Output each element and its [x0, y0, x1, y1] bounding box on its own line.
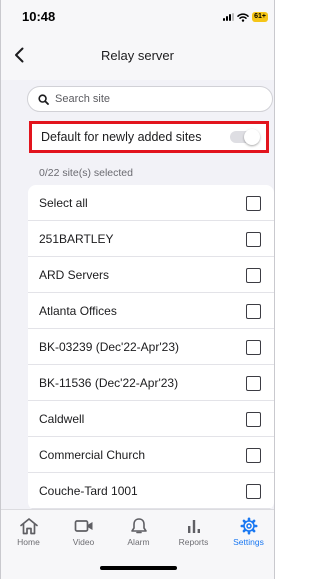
tab-label: Video	[72, 537, 95, 547]
bell-icon	[130, 518, 147, 534]
tab-video[interactable]: Video	[56, 510, 111, 558]
tab-label: Alarm	[127, 537, 150, 547]
tab-reports[interactable]: Reports	[166, 510, 221, 558]
tab-home[interactable]: Home	[1, 510, 56, 558]
list-item-label: Couche-Tard 1001	[39, 483, 138, 498]
tab-label: Settings	[233, 537, 264, 547]
signal-icon	[223, 13, 235, 21]
gear-icon	[240, 517, 257, 535]
checkbox[interactable]	[246, 376, 261, 391]
list-item-label: 251BARTLEY	[39, 231, 114, 246]
checkbox[interactable]	[246, 232, 261, 247]
home-icon	[19, 518, 38, 535]
search-placeholder: Search site	[55, 93, 111, 105]
checkbox[interactable]	[246, 484, 261, 499]
nav-bar: Relay server	[1, 34, 274, 80]
site-list: Select all 251BARTLEY ARD Servers Atlant…	[28, 185, 274, 510]
list-item-label: BK-11536 (Dec'22-Apr'23)	[39, 375, 179, 390]
search-input[interactable]: Search site	[27, 86, 273, 112]
select-all-row[interactable]: Select all	[28, 185, 274, 221]
list-item[interactable]: 251BARTLEY	[28, 221, 274, 257]
default-new-sites-label: Default for newly added sites	[41, 130, 202, 144]
wifi-icon	[237, 12, 249, 22]
list-item[interactable]: BK-11536 (Dec'22-Apr'23)	[28, 365, 274, 401]
bar-chart-icon	[187, 520, 200, 533]
checkbox[interactable]	[246, 196, 261, 211]
checkbox[interactable]	[246, 340, 261, 355]
selected-count: 0/22 site(s) selected	[39, 167, 133, 179]
video-camera-icon	[74, 520, 92, 532]
default-new-sites-row: Default for newly added sites	[29, 121, 269, 153]
tab-label: Home	[17, 537, 40, 547]
list-item-label: Select all	[39, 195, 88, 210]
battery-icon: 61+	[252, 12, 268, 22]
checkbox[interactable]	[246, 412, 261, 427]
list-item[interactable]: Commercial Church	[28, 437, 274, 473]
checkbox[interactable]	[246, 268, 261, 283]
tab-label: Reports	[178, 537, 209, 547]
list-item[interactable]: Caldwell	[28, 401, 274, 437]
status-time: 10:48	[22, 9, 56, 24]
list-item-label: ARD Servers	[39, 267, 110, 282]
tab-settings[interactable]: Settings	[221, 510, 274, 558]
toggle-knob	[244, 129, 260, 145]
list-item[interactable]: ARD Servers	[28, 257, 274, 293]
list-item-label: Commercial Church	[39, 447, 146, 462]
list-item-label: Atlanta Offices	[39, 303, 117, 318]
phone-screen: 10:48 61+ Relay server Search site Defau…	[0, 0, 275, 579]
list-item-label: Caldwell	[39, 411, 85, 426]
home-indicator	[100, 566, 177, 570]
checkbox[interactable]	[246, 448, 261, 463]
status-bar: 10:48 61+	[1, 0, 274, 34]
default-new-sites-toggle[interactable]	[230, 129, 260, 145]
list-item[interactable]: BK-03239 (Dec'22-Apr'23)	[28, 329, 274, 365]
tab-alarm[interactable]: Alarm	[111, 510, 166, 558]
list-item-label: BK-03239 (Dec'22-Apr'23)	[39, 339, 179, 354]
list-item[interactable]: Atlanta Offices	[28, 293, 274, 329]
status-icons: 61+	[223, 12, 268, 22]
checkbox[interactable]	[246, 304, 261, 319]
list-item[interactable]: Couche-Tard 1001	[28, 473, 274, 509]
search-icon	[38, 93, 49, 105]
page-title: Relay server	[101, 48, 174, 63]
